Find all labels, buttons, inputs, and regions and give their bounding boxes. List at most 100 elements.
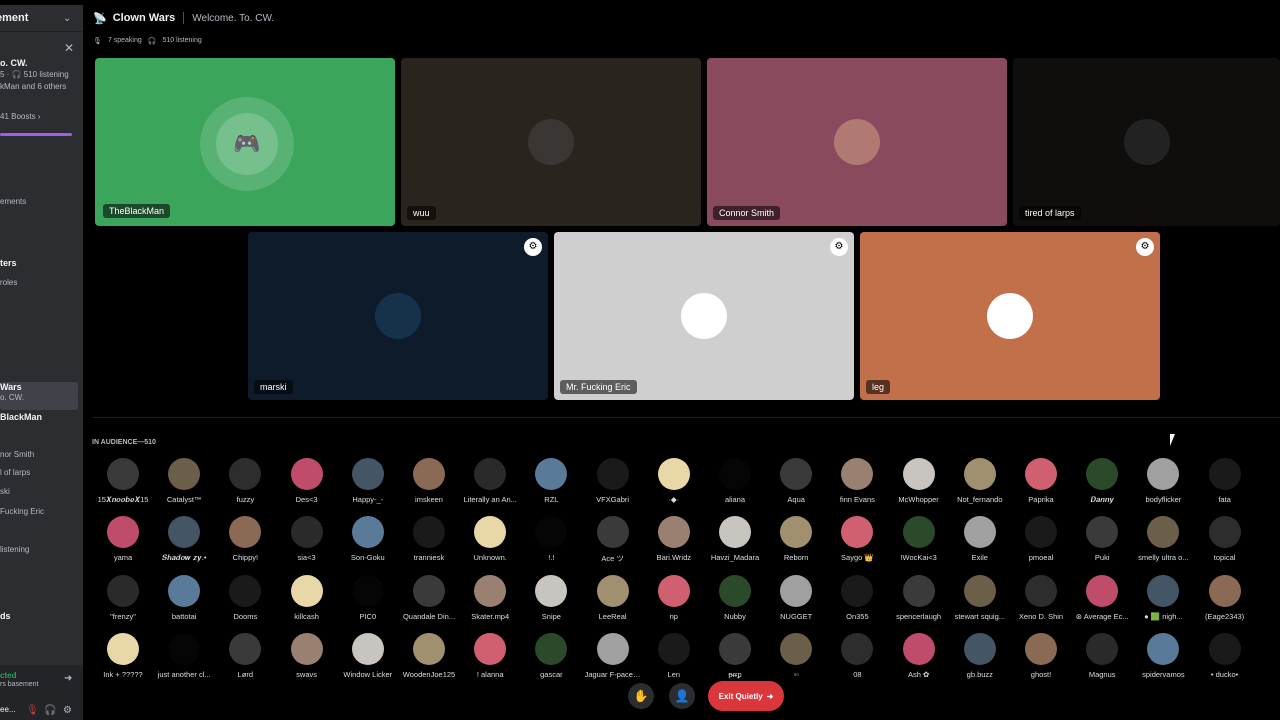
speaker-tile[interactable]: Mr. Fucking Eric ⚙ [554, 232, 854, 400]
audience-member[interactable]: Son-Goku [340, 516, 396, 562]
audience-member[interactable]: Ink + ????? [95, 632, 151, 679]
sidebar-item[interactable]: 5 · 🎧 510 listening [0, 70, 69, 79]
audience-member[interactable]: ⊛ Average Ec... [1074, 574, 1130, 621]
audience-member[interactable]: tranniesk [401, 516, 457, 562]
audience-member[interactable]: Ash ✿ [891, 632, 947, 679]
audience-member[interactable]: sia<3 [279, 516, 335, 562]
audience-member[interactable]: ● 🟩 nigh... [1135, 574, 1191, 621]
audience-member[interactable]: imskeen [401, 458, 457, 504]
audience-member[interactable]: VFXGabri [585, 458, 641, 504]
audience-member[interactable]: topical [1197, 516, 1253, 562]
mute-icon[interactable]: 🎙 [26, 705, 39, 716]
audience-member[interactable]: np [646, 574, 702, 621]
raise-hand-button[interactable]: ✋ [628, 683, 654, 709]
audience-member[interactable]: Havzi_Madara [707, 516, 763, 562]
sidebar-item[interactable]: ski [0, 487, 10, 496]
sidebar-item[interactable]: BlackMan [0, 412, 42, 422]
audience-member[interactable]: !.! [523, 516, 579, 562]
audience-member[interactable]: Chippy! [217, 516, 273, 562]
audience-member[interactable]: Len [646, 632, 702, 679]
audience-member[interactable]: just another cl... [156, 632, 212, 679]
audience-member[interactable]: Aqua [768, 458, 824, 504]
sidebar-item[interactable]: ements [0, 197, 26, 206]
sidebar-item[interactable]: kMan and 6 others [0, 82, 66, 91]
audience-member[interactable]: NUGGET [768, 574, 824, 621]
chevron-down-icon[interactable]: ⌄ [63, 13, 71, 24]
audience-member[interactable]: Happy-_- [340, 458, 396, 504]
audience-member[interactable]: Jaguar F-pace ... [585, 632, 641, 679]
sidebar-item[interactable]: ters [0, 258, 17, 268]
audience-member[interactable]: Skater.mp4 [462, 574, 518, 621]
sidebar-item[interactable]: ds [0, 611, 11, 621]
audience-member[interactable]: Catalyst™ [156, 458, 212, 504]
audience-member[interactable]: aliana [707, 458, 763, 504]
sidebar-item[interactable]: o. CW. [0, 393, 24, 402]
sidebar-item[interactable]: Fucking Eric [0, 507, 44, 516]
audience-member[interactable]: ! alanna [462, 632, 518, 679]
audience-member[interactable]: spencerlaugh [891, 574, 947, 621]
audience-member[interactable]: smelly ultra o... [1135, 516, 1191, 562]
server-header[interactable]: ement ⌄ [0, 5, 83, 32]
sidebar-item[interactable]: l of larps [0, 468, 30, 477]
audience-member[interactable]: Unknown. [462, 516, 518, 562]
audience-member[interactable]: Window Licker [340, 632, 396, 679]
audience-member[interactable]: gb.buzz [952, 632, 1008, 679]
audience-member[interactable]: ▫︎▫︎ [768, 632, 824, 679]
audience-member[interactable]: fuzzy [217, 458, 273, 504]
speaker-tile[interactable]: tired of larps [1013, 58, 1280, 226]
audience-member[interactable]: gascar [523, 632, 579, 679]
speaker-tile[interactable]: Connor Smith [707, 58, 1007, 226]
audience-member[interactable]: Des<3 [279, 458, 335, 504]
audience-member[interactable]: ghost! [1013, 632, 1069, 679]
gear-icon[interactable]: ⚙ [63, 705, 72, 716]
audience-member[interactable]: "frenzy" [95, 574, 151, 621]
disconnect-icon[interactable]: ➜ [64, 673, 72, 684]
audience-member[interactable]: Paprika [1013, 458, 1069, 504]
audience-member[interactable]: (Eage2343) [1197, 574, 1253, 621]
audience-member[interactable]: Exile [952, 516, 1008, 562]
audience-member[interactable]: pmoeal [1013, 516, 1069, 562]
invite-button[interactable]: 👤 [669, 683, 695, 709]
exit-quietly-button[interactable]: Exit Quietly ➜ [708, 681, 784, 711]
sidebar-item[interactable]: Wars [0, 382, 22, 392]
audience-member[interactable]: battotai [156, 574, 212, 621]
audience-member[interactable]: 08 [829, 632, 885, 679]
audience-member[interactable]: McWhopper [891, 458, 947, 504]
audience-member[interactable]: spidervamos [1135, 632, 1191, 679]
audience-member[interactable]: killcash [279, 574, 335, 621]
audience-member[interactable]: PIC0 [340, 574, 396, 621]
audience-member[interactable]: RZL [523, 458, 579, 504]
audience-member[interactable]: Not_fernando [952, 458, 1008, 504]
audience-member[interactable]: Snipe [523, 574, 579, 621]
sidebar-item[interactable]: o. CW. [0, 58, 28, 68]
audience-member[interactable]: On355 [829, 574, 885, 621]
audience-member[interactable]: • ducko• [1197, 632, 1253, 679]
audience-member[interactable]: 𝑫𝒂𝒏𝒏𝒚 [1074, 458, 1130, 505]
audience-member[interactable]: stewart squig... [952, 574, 1008, 621]
speaker-tile[interactable]: wuu [401, 58, 701, 226]
speaker-tile[interactable]: marski ⚙ [248, 232, 548, 400]
close-icon[interactable]: ✕ [64, 41, 74, 55]
sidebar-item[interactable]: nor Smith [0, 450, 34, 459]
audience-member[interactable]: Puki [1074, 516, 1130, 562]
audience-member[interactable]: 𝑺𝒉𝒂𝒅𝒐𝒘 𝒛𝒚.• [156, 516, 212, 563]
audience-member[interactable]: Quandale Din... [401, 574, 457, 621]
speaker-tile[interactable]: leg ⚙ [860, 232, 1160, 400]
audience-member[interactable]: Bari.Wridz [646, 516, 702, 562]
audience-member[interactable]: 15𝑿𝒏𝒐𝒐𝒃𝒆𝑿15 [95, 458, 151, 505]
audience-member[interactable]: Nubby [707, 574, 763, 621]
audience-member[interactable]: ᵽᵳᵲᵱ [707, 632, 763, 679]
audience-member[interactable]: Literally an An... [462, 458, 518, 504]
audience-member[interactable]: LeeReal [585, 574, 641, 621]
headphones-icon[interactable]: 🎧 [44, 705, 56, 716]
audience-member[interactable]: !WocKai<3 [891, 516, 947, 562]
audience-member[interactable]: finn Evans [829, 458, 885, 504]
audience-member[interactable]: yama [95, 516, 151, 562]
speaker-tile[interactable]: 🎮 TheBlackMan [95, 58, 395, 226]
sidebar-item[interactable]: 41 Boosts › [0, 112, 40, 121]
sidebar-item[interactable]: roles [0, 278, 17, 287]
audience-member[interactable]: Dooms [217, 574, 273, 621]
audience-member[interactable]: bodyflicker [1135, 458, 1191, 504]
audience-member[interactable]: Ace ツ [585, 516, 641, 564]
audience-member[interactable]: Magnus [1074, 632, 1130, 679]
